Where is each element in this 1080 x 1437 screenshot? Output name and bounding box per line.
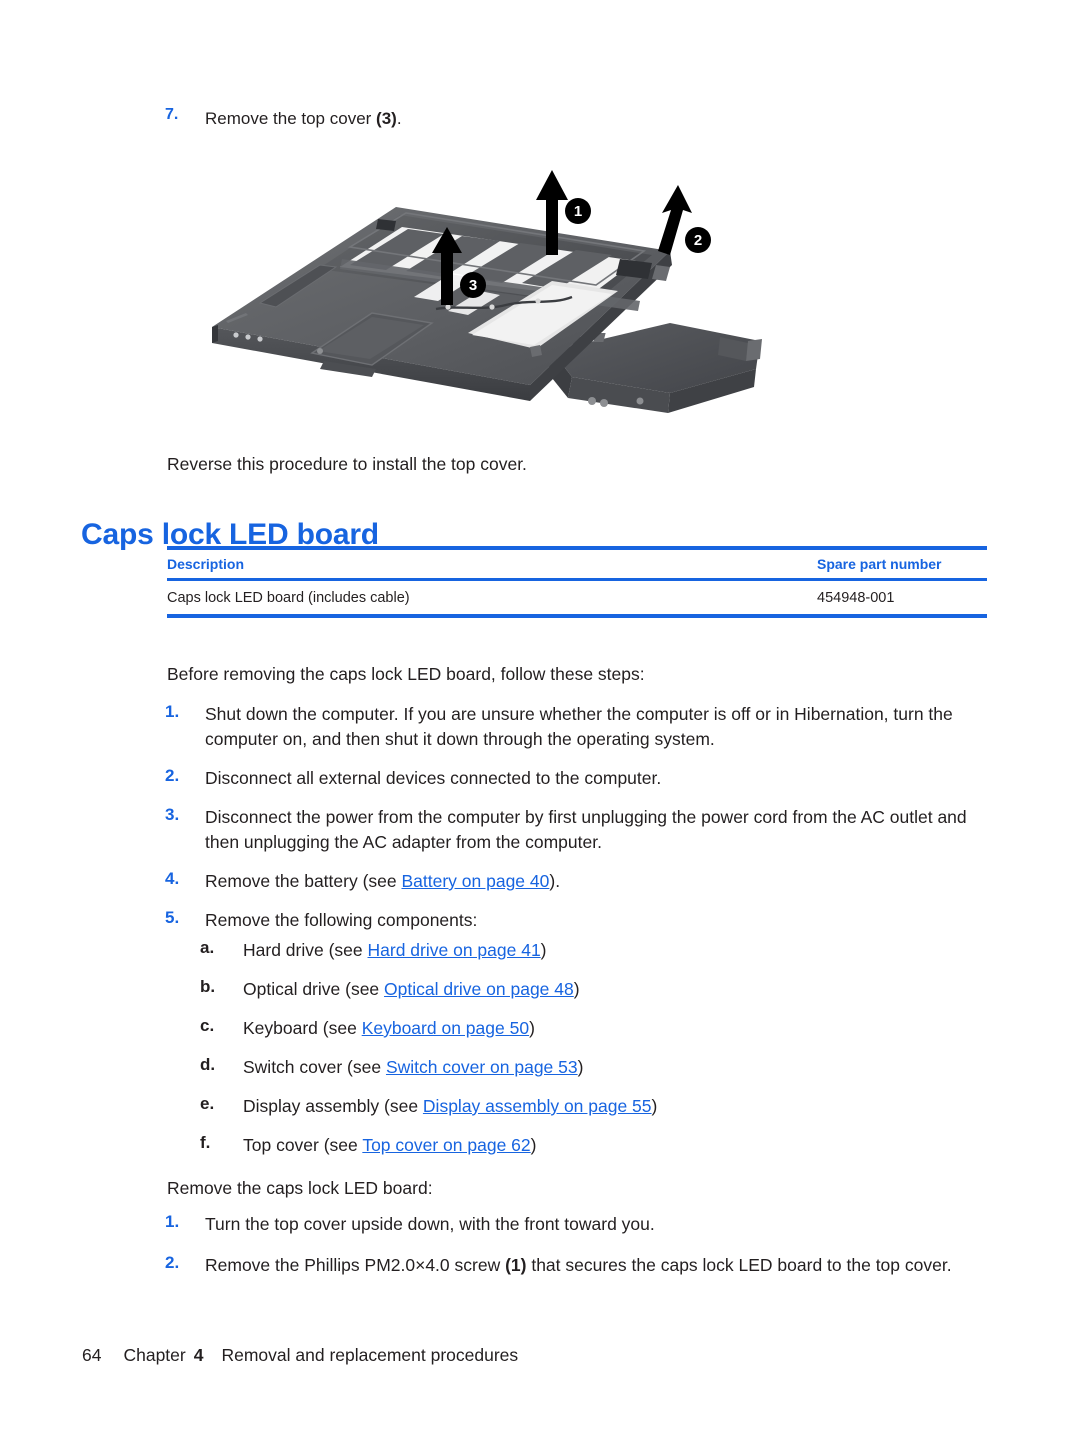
sub-step-text: Top cover (see Top cover on page 62) <box>243 1133 536 1158</box>
component-sub-steps-list: a. Hard drive (see Hard drive on page 41… <box>200 938 900 1172</box>
step-text-after: that secures the caps lock LED board to … <box>526 1255 952 1275</box>
step-item-1: 1. Shut down the computer. If you are un… <box>165 702 987 752</box>
link-switch-cover[interactable]: Switch cover on page 53 <box>386 1057 578 1077</box>
sub-text-after: ) <box>540 940 547 960</box>
sub-text-after: ) <box>573 979 580 999</box>
step-text-after: . <box>396 109 402 128</box>
sub-text-before: Hard drive (see <box>243 940 368 960</box>
sub-step-text: Switch cover (see Switch cover on page 5… <box>243 1055 583 1080</box>
step-text: Remove the battery (see Battery on page … <box>205 869 987 894</box>
sub-step-item-e: e. Display assembly (see Display assembl… <box>200 1094 900 1119</box>
removal-step-item-2: 2. Remove the Phillips PM2.0×4.0 screw (… <box>165 1253 987 1278</box>
table-header-row: Description Spare part number <box>167 550 987 578</box>
sub-step-item-b: b. Optical drive (see Optical drive on p… <box>200 977 900 1002</box>
sub-text-after: ) <box>529 1018 535 1038</box>
column-header-spare-part-number: Spare part number <box>817 556 942 572</box>
step-number: 2. <box>165 1253 180 1272</box>
step-number: 1. <box>165 1212 180 1231</box>
sub-text-before: Top cover (see <box>243 1135 363 1155</box>
step-text: Remove the following components: <box>205 910 478 930</box>
laptop-top-cover-illustration <box>212 170 762 413</box>
step-number: 1. <box>165 702 180 721</box>
link-top-cover[interactable]: Top cover on page 62 <box>362 1135 530 1155</box>
sub-step-letter: f. <box>200 1133 211 1152</box>
footer-page-number: 64 <box>82 1345 102 1365</box>
footer-chapter-word: Chapter <box>123 1345 186 1365</box>
link-battery[interactable]: Battery on page 40 <box>401 871 549 891</box>
callout-reference: (1) <box>505 1255 527 1275</box>
step-item-5: 5. Remove the following components: <box>165 908 987 933</box>
spare-parts-table: Description Spare part number Caps lock … <box>167 546 987 618</box>
removal-steps-list: 1. Turn the top cover upside down, with … <box>165 1212 987 1294</box>
link-display-assembly[interactable]: Display assembly on page 55 <box>423 1096 652 1116</box>
step-number: 2. <box>165 766 180 785</box>
sub-step-text: Keyboard (see Keyboard on page 50) <box>243 1016 535 1041</box>
column-header-description: Description <box>167 556 245 572</box>
step-text-before: Remove the Phillips PM2.0×4.0 screw <box>205 1255 506 1275</box>
step-item-7: 7. Remove the top cover (3). <box>165 106 865 131</box>
footer-chapter-title: Removal and replacement procedures <box>221 1345 519 1365</box>
reverse-procedure-note: Reverse this procedure to install the to… <box>167 454 527 474</box>
sub-step-letter: a. <box>200 938 215 957</box>
before-removal-intro: Before removing the caps lock LED board,… <box>167 664 645 684</box>
sub-step-item-f: f. Top cover (see Top cover on page 62) <box>200 1133 900 1158</box>
sub-text-before: Switch cover (see <box>243 1057 386 1077</box>
step-item-3: 3. Disconnect the power from the compute… <box>165 805 987 855</box>
step-text: Shut down the computer. If you are unsur… <box>205 704 953 749</box>
step-number: 3. <box>165 805 180 824</box>
callout-badge-3: 3 <box>460 272 486 298</box>
sub-step-letter: d. <box>200 1055 216 1074</box>
sub-step-text: Display assembly (see Display assembly o… <box>243 1094 657 1119</box>
callout-reference: (3) <box>376 109 397 128</box>
cell-spare-part-number: 454948-001 <box>817 589 895 606</box>
sub-step-letter: e. <box>200 1094 215 1113</box>
step-text: Disconnect all external devices connecte… <box>205 768 662 788</box>
sub-text-before: Display assembly (see <box>243 1096 423 1116</box>
step-text: Turn the top cover upside down, with the… <box>205 1214 655 1234</box>
step-text-after: ). <box>549 871 561 891</box>
sub-step-item-a: a. Hard drive (see Hard drive on page 41… <box>200 938 900 963</box>
sub-text-after: ) <box>577 1057 584 1077</box>
figure-top-cover-removal: 1 2 3 <box>200 155 780 440</box>
pre-removal-steps-list: 1. Shut down the computer. If you are un… <box>165 702 987 947</box>
link-hard-drive[interactable]: Hard drive on page 41 <box>368 940 541 960</box>
step-text: Disconnect the power from the computer b… <box>205 807 967 852</box>
sub-step-item-d: d. Switch cover (see Switch cover on pag… <box>200 1055 900 1080</box>
step-number: 7. <box>165 106 179 123</box>
sub-text-after: ) <box>651 1096 658 1116</box>
link-keyboard[interactable]: Keyboard on page 50 <box>362 1018 529 1038</box>
footer-chapter-number: 4 <box>193 1345 204 1365</box>
step-text: Remove the top cover (3). <box>205 106 402 131</box>
step-number: 5. <box>165 908 180 927</box>
document-page: 7. Remove the top cover (3). 1 2 3 Rever… <box>0 0 1080 1437</box>
sub-step-letter: b. <box>200 977 216 996</box>
table-row: Caps lock LED board (includes cable) 454… <box>167 581 987 614</box>
sub-text-before: Optical drive (see <box>243 979 385 999</box>
sub-step-text: Optical drive (see Optical drive on page… <box>243 977 580 1002</box>
step-item-2: 2. Disconnect all external devices conne… <box>165 766 987 791</box>
step-item-4: 4. Remove the battery (see Battery on pa… <box>165 869 987 894</box>
table-bottom-rule <box>167 614 987 618</box>
link-optical-drive[interactable]: Optical drive on page 48 <box>384 979 574 999</box>
cell-description: Caps lock LED board (includes cable) <box>167 589 410 606</box>
callout-badge-1: 1 <box>565 198 591 224</box>
removal-intro: Remove the caps lock LED board: <box>167 1178 433 1198</box>
step-text-before: Remove the battery (see <box>205 871 402 891</box>
callout-badge-2: 2 <box>685 227 711 253</box>
page-footer: 64 Chapter 4 Removal and replacement pro… <box>82 1345 518 1366</box>
step-text-before: Remove the top cover <box>205 109 377 128</box>
sub-step-letter: c. <box>200 1016 215 1035</box>
sub-step-item-c: c. Keyboard (see Keyboard on page 50) <box>200 1016 900 1041</box>
removal-step-item-1: 1. Turn the top cover upside down, with … <box>165 1212 987 1237</box>
sub-step-text: Hard drive (see Hard drive on page 41) <box>243 938 547 963</box>
sub-text-before: Keyboard (see <box>243 1018 362 1038</box>
step-number: 4. <box>165 869 180 888</box>
step-text: Remove the Phillips PM2.0×4.0 screw (1) … <box>205 1253 987 1278</box>
sub-text-after: ) <box>530 1135 537 1155</box>
